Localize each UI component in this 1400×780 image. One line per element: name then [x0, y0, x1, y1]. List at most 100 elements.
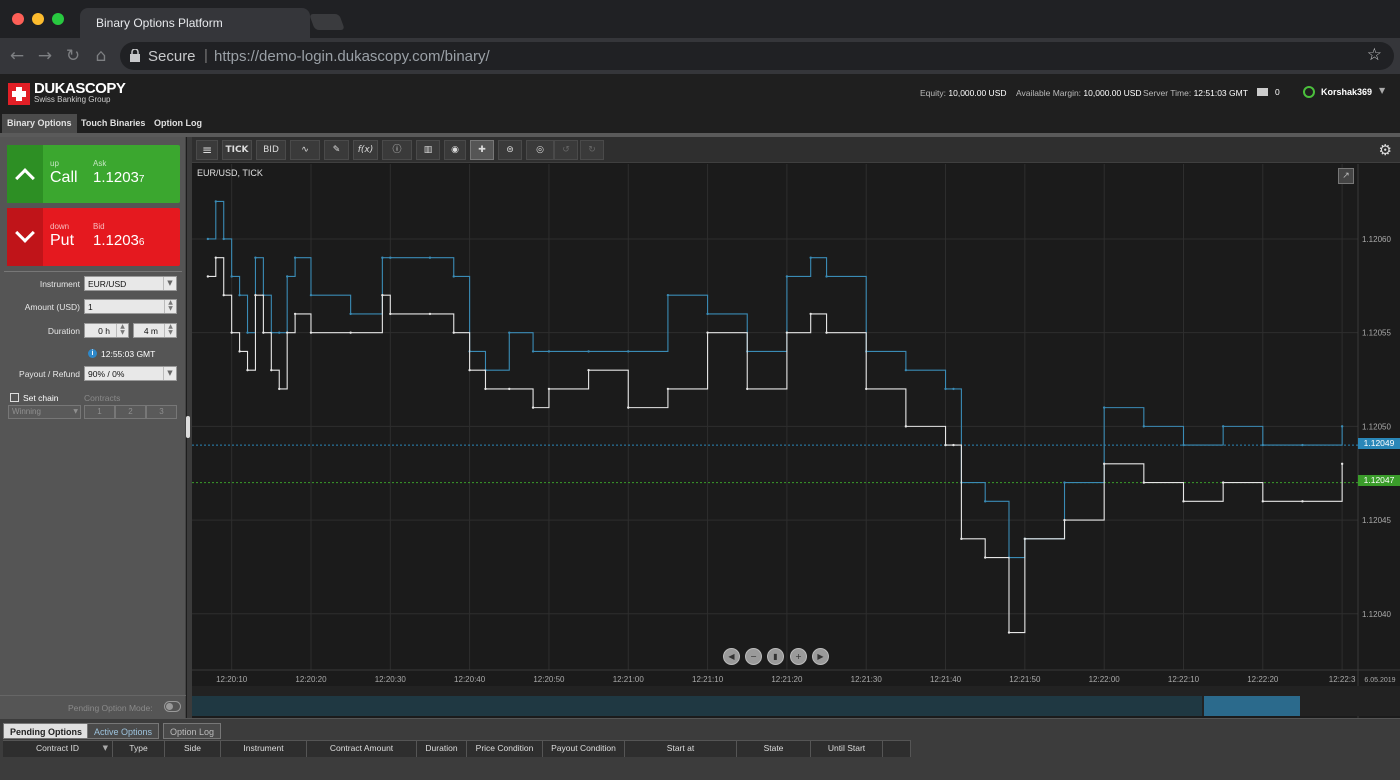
undo-icon[interactable]: ↺ — [554, 140, 578, 160]
logo-subtitle: Swiss Banking Group — [34, 95, 111, 104]
amount-stepper[interactable]: ▲ ▼ — [164, 300, 176, 313]
bar-chart-icon[interactable]: ▥ — [416, 140, 440, 160]
ask-tick-point — [309, 293, 313, 297]
zoom-out-icon[interactable]: ⊜ — [498, 140, 522, 160]
reset-view-icon[interactable]: ▮ — [767, 648, 784, 665]
redo-icon[interactable]: ↻ — [580, 140, 604, 160]
date-axis-label: 6.05.2019 — [1364, 677, 1395, 684]
ask-tick-point — [1261, 443, 1265, 447]
url-text[interactable]: https://demo-login.dukascopy.com/binary/ — [214, 48, 490, 65]
period-button[interactable]: TICK — [222, 140, 252, 160]
maximize-window-button[interactable] — [52, 13, 64, 25]
set-chain-checkbox[interactable] — [10, 393, 19, 402]
ask-tick-point — [627, 350, 630, 353]
chart-symbol-label: EUR/USD, TICK — [197, 168, 263, 178]
minimize-window-button[interactable] — [32, 13, 44, 25]
column-header[interactable]: Price Condition — [467, 740, 543, 757]
tab-active-options[interactable]: Active Options — [87, 723, 160, 739]
user-menu-chevron-down-icon[interactable]: ▼ — [1379, 86, 1385, 95]
tab-binary-options[interactable]: Binary Options — [2, 114, 77, 133]
menu-icon[interactable]: ≡ — [196, 140, 218, 160]
column-header[interactable]: Until Start — [811, 740, 883, 757]
browser-tab[interactable]: Binary Options Platform — [80, 8, 310, 38]
back-icon[interactable]: ← — [6, 45, 28, 67]
bid-tick-point — [1221, 481, 1225, 484]
chart-toolbar: ≡ TICK BID ∿ ✎ f(x) ⓘ ▥ ◉ ✚ ⊜ ◎ ↺ ↻ ⚙ — [192, 137, 1400, 163]
put-direction: down — [50, 222, 70, 231]
call-button[interactable]: up Call Ask 1.12037 — [7, 145, 180, 203]
popout-icon[interactable]: ↗ — [1338, 168, 1354, 184]
contracts-option-2[interactable]: 2 — [115, 405, 146, 419]
bid-tick-point — [508, 387, 511, 391]
column-header-label: Until Start — [827, 743, 866, 753]
info-circle-icon[interactable]: ⓘ — [382, 140, 412, 160]
column-header[interactable]: Instrument — [221, 740, 307, 757]
ask-tick-point — [349, 312, 352, 316]
new-tab-button[interactable] — [309, 14, 345, 30]
info-icon: i — [88, 349, 97, 358]
lock-icon[interactable]: ◉ — [444, 140, 466, 160]
ask-tick-point — [1142, 425, 1146, 428]
close-window-button[interactable] — [12, 13, 24, 25]
reload-icon[interactable]: ↻ — [62, 45, 84, 67]
bid-tick-point — [944, 443, 947, 447]
scroll-right-icon[interactable]: ▶ — [812, 648, 829, 665]
bid-tick-point — [1023, 537, 1027, 541]
zoom-in-circle-icon[interactable]: + — [790, 648, 807, 665]
column-header[interactable]: Side — [165, 740, 221, 757]
crosshair-icon[interactable]: ✚ — [470, 140, 494, 160]
ask-tick-point — [983, 500, 987, 503]
instrument-select[interactable]: EUR/USD ▼ — [84, 276, 177, 291]
tab-option-log[interactable]: Option Log — [149, 114, 207, 133]
indicators-function-icon[interactable]: f(x) — [353, 140, 378, 160]
amount-input[interactable]: 1 ▲ ▼ — [84, 299, 177, 314]
home-icon[interactable]: ⌂ — [90, 45, 112, 67]
put-label: Put — [50, 232, 75, 249]
username[interactable]: Korshak369 — [1321, 87, 1372, 97]
column-header[interactable]: Start at — [625, 740, 737, 757]
price-chart[interactable]: 12:20:10 12:20:20 12:20:30 12:20:40 12:20:50… — [192, 164, 1400, 718]
drawing-pen-icon[interactable]: ✎ — [324, 140, 349, 160]
column-header[interactable]: Payout Condition — [543, 740, 625, 757]
chart-type-icon[interactable]: ∿ — [290, 140, 320, 160]
pending-mode-toggle[interactable] — [164, 701, 181, 712]
ask-tick-point — [1063, 481, 1066, 484]
tab-option-log-bottom[interactable]: Option Log — [163, 723, 222, 739]
settings-gear-icon[interactable]: ⚙ — [1379, 141, 1392, 159]
bid-tick-point — [309, 331, 313, 334]
tab-touch-binaries[interactable]: Touch Binaries — [76, 114, 150, 133]
ask-tick-point — [278, 331, 281, 334]
put-button[interactable]: down Put Bid 1.12036 — [7, 208, 180, 266]
address-bar[interactable]: Secure | https://demo-login.dukascopy.co… — [120, 42, 1394, 70]
column-header[interactable]: Contract ID ▼ — [3, 740, 113, 757]
duration-hours-input[interactable]: 0 h ▲ ▼ — [84, 323, 129, 338]
mail-icon[interactable] — [1257, 88, 1268, 96]
ask-tick-point — [222, 237, 225, 241]
winning-select[interactable]: Winning ▼ — [8, 405, 81, 419]
bid-tick-point — [293, 312, 297, 316]
zoom-out-circle-icon[interactable]: − — [745, 648, 762, 665]
bid-tick-point — [952, 443, 955, 447]
time-axis-label: 12:20:10 — [216, 675, 248, 684]
contracts-option-3[interactable]: 3 — [146, 405, 177, 419]
column-header[interactable]: Type — [113, 740, 165, 757]
offer-side-button[interactable]: BID — [256, 140, 286, 160]
tab-pending-options[interactable]: Pending Options — [3, 723, 89, 739]
column-header[interactable]: Duration — [417, 740, 467, 757]
scroll-left-icon[interactable]: ◀ — [723, 648, 740, 665]
forward-icon[interactable]: → — [34, 45, 56, 67]
bid-tick-point — [1007, 631, 1011, 634]
sort-chevron-down-icon[interactable]: ▼ — [103, 741, 108, 756]
duration-minutes-input[interactable]: 4 m ▲ ▼ — [133, 323, 177, 338]
collapse-panel-handle[interactable] — [186, 416, 190, 438]
bid-tick-point — [349, 331, 352, 334]
visibility-eye-icon[interactable]: ◎ — [526, 140, 554, 160]
minutes-stepper[interactable]: ▲ ▼ — [164, 324, 176, 337]
hours-stepper[interactable]: ▲ ▼ — [116, 324, 128, 337]
column-header[interactable]: State — [737, 740, 811, 757]
payout-select[interactable]: 90% / 0% ▼ — [84, 366, 177, 381]
column-header[interactable]: Contract Amount — [307, 740, 417, 757]
price-axis-label: 1.12055 — [1362, 329, 1391, 338]
contracts-option-1[interactable]: 1 — [84, 405, 115, 419]
bookmark-star-icon[interactable]: ☆ — [1367, 45, 1382, 65]
